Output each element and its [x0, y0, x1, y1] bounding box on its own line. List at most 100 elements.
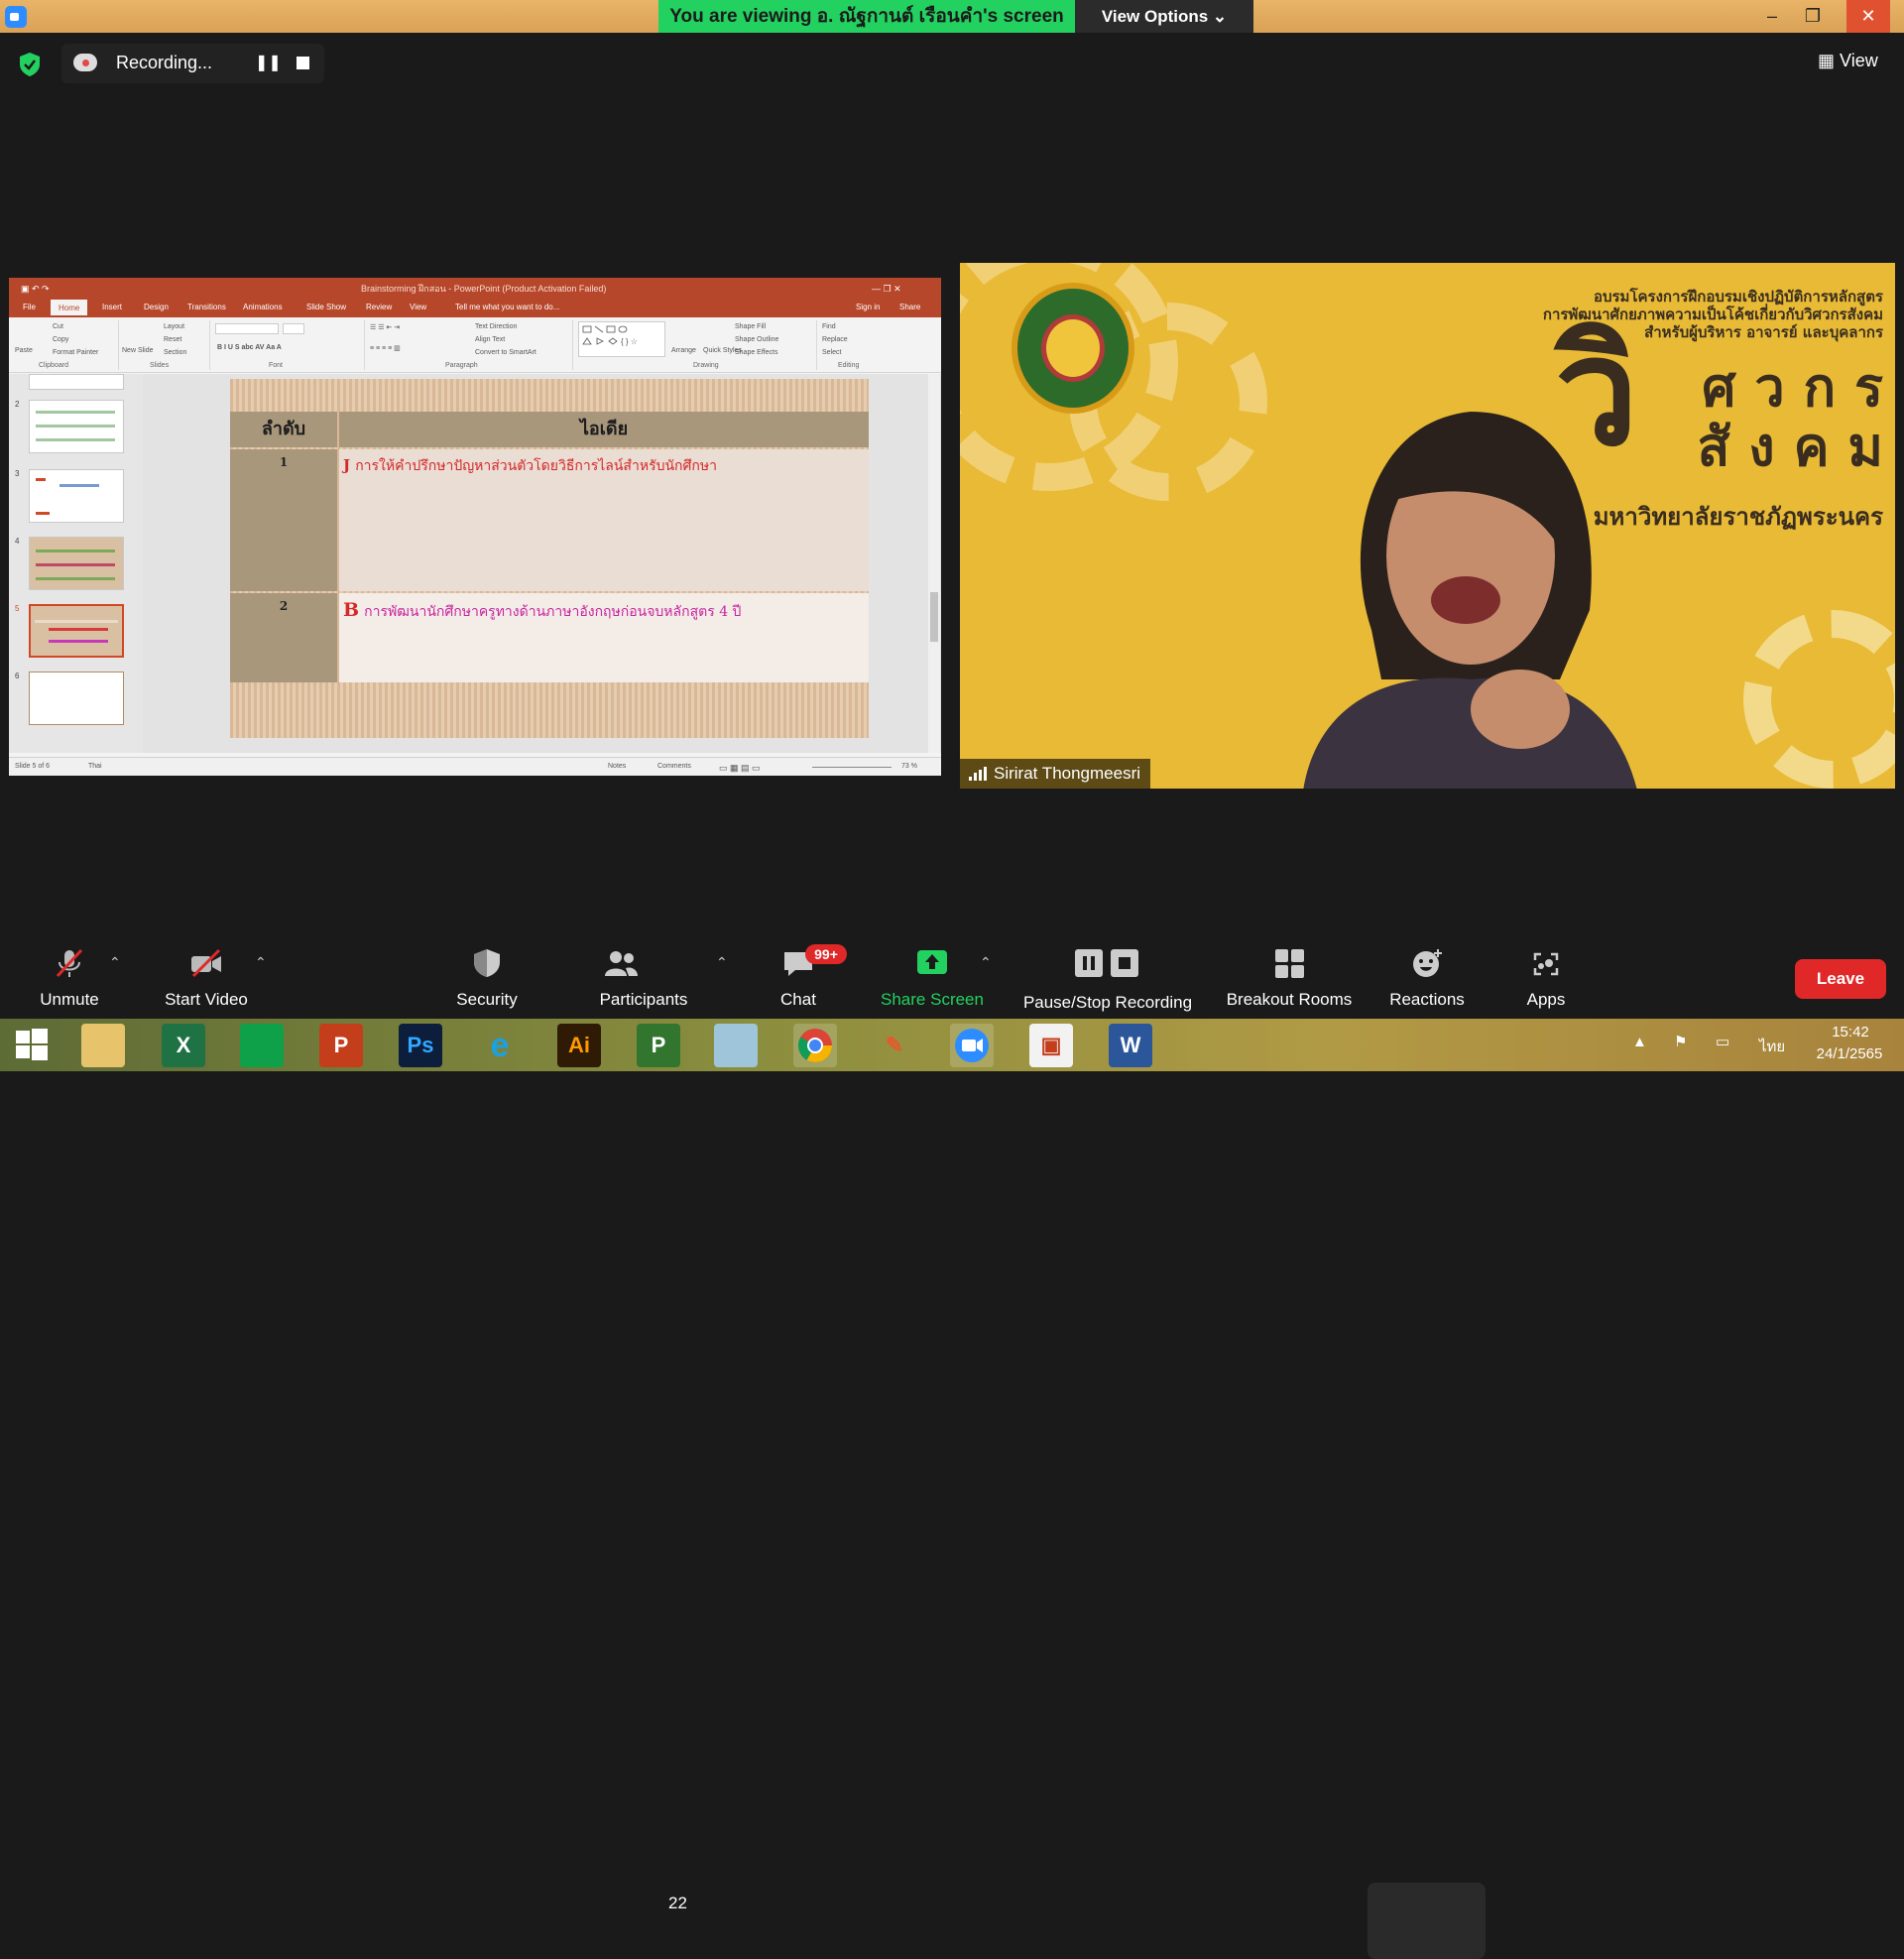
powerpoint-viewer-icon[interactable]: ▣	[1029, 1024, 1073, 1067]
shape-effects-button[interactable]: Shape Effects	[735, 349, 777, 356]
thumb-number: 3	[15, 469, 20, 478]
tray-overflow-icon[interactable]: ▲	[1632, 1034, 1647, 1050]
apps-button[interactable]: Apps	[1509, 940, 1583, 1019]
audio-options-caret[interactable]: ⌃	[109, 954, 121, 971]
file-explorer-icon[interactable]	[81, 1024, 125, 1067]
word-icon[interactable]: W	[1109, 1024, 1152, 1067]
view-options-button[interactable]: View Options ⌄	[1075, 0, 1253, 33]
excel-icon[interactable]: X	[162, 1024, 205, 1067]
shapes-gallery[interactable]: { } ☆	[578, 321, 665, 357]
notes-button[interactable]: Notes	[608, 763, 626, 770]
font-format-icons[interactable]: B I U S abc AV Aa A	[217, 344, 282, 351]
notepad-icon[interactable]	[714, 1024, 758, 1067]
tab-file[interactable]: File	[23, 303, 36, 311]
format-painter-button[interactable]: Format Painter	[53, 349, 98, 356]
language-indicator[interactable]: ไทย	[1759, 1035, 1785, 1058]
new-slide-button[interactable]: New Slide	[122, 347, 154, 354]
tab-design[interactable]: Design	[144, 303, 169, 311]
slide-thumbnail[interactable]	[29, 537, 124, 590]
start-video-button[interactable]: Start Video	[154, 940, 259, 1019]
tab-home[interactable]: Home	[51, 300, 88, 315]
zoom-level[interactable]: 73 %	[901, 763, 917, 770]
share-screen-button[interactable]: Share Screen	[873, 940, 992, 1019]
arrange-button[interactable]: Arrange	[671, 347, 696, 354]
clock-date[interactable]: 24/1/2565	[1805, 1045, 1894, 1062]
sign-in-link[interactable]: Sign in	[856, 303, 880, 311]
tab-animations[interactable]: Animations	[243, 303, 283, 311]
reset-button[interactable]: Reset	[164, 336, 181, 343]
store-icon[interactable]	[240, 1024, 284, 1067]
security-button[interactable]: Security	[442, 940, 532, 1019]
zoom-taskbar-icon[interactable]	[950, 1024, 994, 1067]
minimize-button[interactable]: –	[1752, 0, 1792, 33]
tab-slide-show[interactable]: Slide Show	[306, 303, 346, 311]
tab-view[interactable]: View	[410, 303, 426, 311]
recording-label: Recording...	[116, 53, 213, 72]
tab-review[interactable]: Review	[366, 303, 392, 311]
shape-outline-button[interactable]: Shape Outline	[735, 336, 778, 343]
leave-button[interactable]: Leave	[1795, 959, 1886, 999]
powerpoint-icon[interactable]: P	[319, 1024, 363, 1067]
clock-time[interactable]: 15:42	[1821, 1024, 1880, 1041]
font-size-dropdown[interactable]	[283, 323, 304, 334]
pause-stop-recording-button[interactable]: Pause/Stop Recording	[1012, 940, 1204, 1019]
unmute-button[interactable]: Unmute	[20, 940, 119, 1019]
slide-thumbnail[interactable]	[29, 672, 124, 725]
text-direction-button[interactable]: Text Direction	[475, 323, 517, 330]
slide-thumbnail-active[interactable]	[29, 604, 124, 658]
align-icons[interactable]: ≡ ≡ ≡ ≡ ▥	[370, 344, 401, 352]
editing-group-label: Editing	[838, 362, 860, 369]
share-options-caret[interactable]: ⌃	[980, 954, 992, 971]
tab-transitions[interactable]: Transitions	[187, 303, 226, 311]
slide-scrollbar[interactable]	[928, 374, 940, 753]
network-icon[interactable]: ▭	[1716, 1033, 1729, 1050]
slide-thumbnail[interactable]	[29, 469, 124, 523]
find-button[interactable]: Find	[822, 323, 836, 330]
zoom-slider[interactable]	[812, 767, 892, 768]
breakout-rooms-button[interactable]: Breakout Rooms	[1218, 940, 1361, 1019]
participants-button[interactable]: Participants	[587, 940, 700, 1019]
video-options-caret[interactable]: ⌃	[255, 954, 267, 971]
participants-options-caret[interactable]: ⌃	[716, 954, 728, 971]
align-text-button[interactable]: Align Text	[475, 336, 505, 343]
tell-me-search[interactable]: Tell me what you want to do...	[455, 303, 559, 311]
close-button[interactable]: ✕	[1846, 0, 1890, 33]
project-icon[interactable]: P	[637, 1024, 680, 1067]
comments-button[interactable]: Comments	[657, 763, 691, 770]
encryption-shield-icon[interactable]	[19, 52, 41, 77]
shape-fill-button[interactable]: Shape Fill	[735, 323, 766, 330]
illustrator-icon[interactable]: Ai	[557, 1024, 601, 1067]
share-button[interactable]: Share	[899, 303, 920, 311]
slide-thumbnail[interactable]	[29, 400, 124, 453]
scrollbar-thumb[interactable]	[930, 592, 938, 642]
section-button[interactable]: Section	[164, 349, 186, 356]
cut-button[interactable]: Cut	[53, 323, 63, 330]
paint-icon[interactable]: ✎	[873, 1024, 916, 1067]
photoshop-icon[interactable]: Ps	[399, 1024, 442, 1067]
replace-button[interactable]: Replace	[822, 336, 848, 343]
action-center-flag-icon[interactable]: ⚑	[1674, 1033, 1687, 1050]
pause-recording-button[interactable]: ❚❚	[255, 53, 282, 72]
participant-video[interactable]: อบรมโครงการฝึกอบรมเชิงปฏิบัติการหลักสูตร…	[960, 263, 1895, 789]
convert-smartart-button[interactable]: Convert to SmartArt	[475, 349, 536, 356]
slide-thumbnail[interactable]	[29, 374, 124, 390]
idea-text: การพัฒนานักศึกษาครูทางด้านภาษาอังกฤษก่อน…	[364, 604, 742, 620]
restore-button[interactable]: ❐	[1793, 0, 1833, 33]
language-indicator[interactable]: Thai	[88, 763, 102, 770]
view-layout-button[interactable]: ▦ View	[1818, 51, 1878, 71]
layout-button[interactable]: Layout	[164, 323, 184, 330]
view-mode-icons[interactable]: ▭ ▦ ▤ ▭	[719, 763, 761, 774]
chrome-icon[interactable]	[793, 1024, 837, 1067]
tab-insert[interactable]: Insert	[102, 303, 122, 311]
start-button[interactable]	[10, 1024, 54, 1067]
internet-explorer-icon[interactable]: e	[478, 1024, 522, 1067]
stop-recording-button[interactable]	[297, 57, 309, 69]
chat-unread-badge: 99+	[805, 944, 847, 964]
select-button[interactable]: Select	[822, 349, 841, 356]
font-name-dropdown[interactable]	[215, 323, 279, 334]
paste-button[interactable]: Paste	[15, 347, 33, 354]
copy-button[interactable]: Copy	[53, 336, 68, 343]
current-slide[interactable]: ลำดับ ไอเดีย 1 J การให้คำปรึกษาปัญหาส่วน…	[230, 379, 869, 738]
reactions-button[interactable]: Reactions	[1368, 940, 1486, 1019]
bullets-icon[interactable]: ☰ ☰ ⇤ ⇥	[370, 323, 400, 331]
